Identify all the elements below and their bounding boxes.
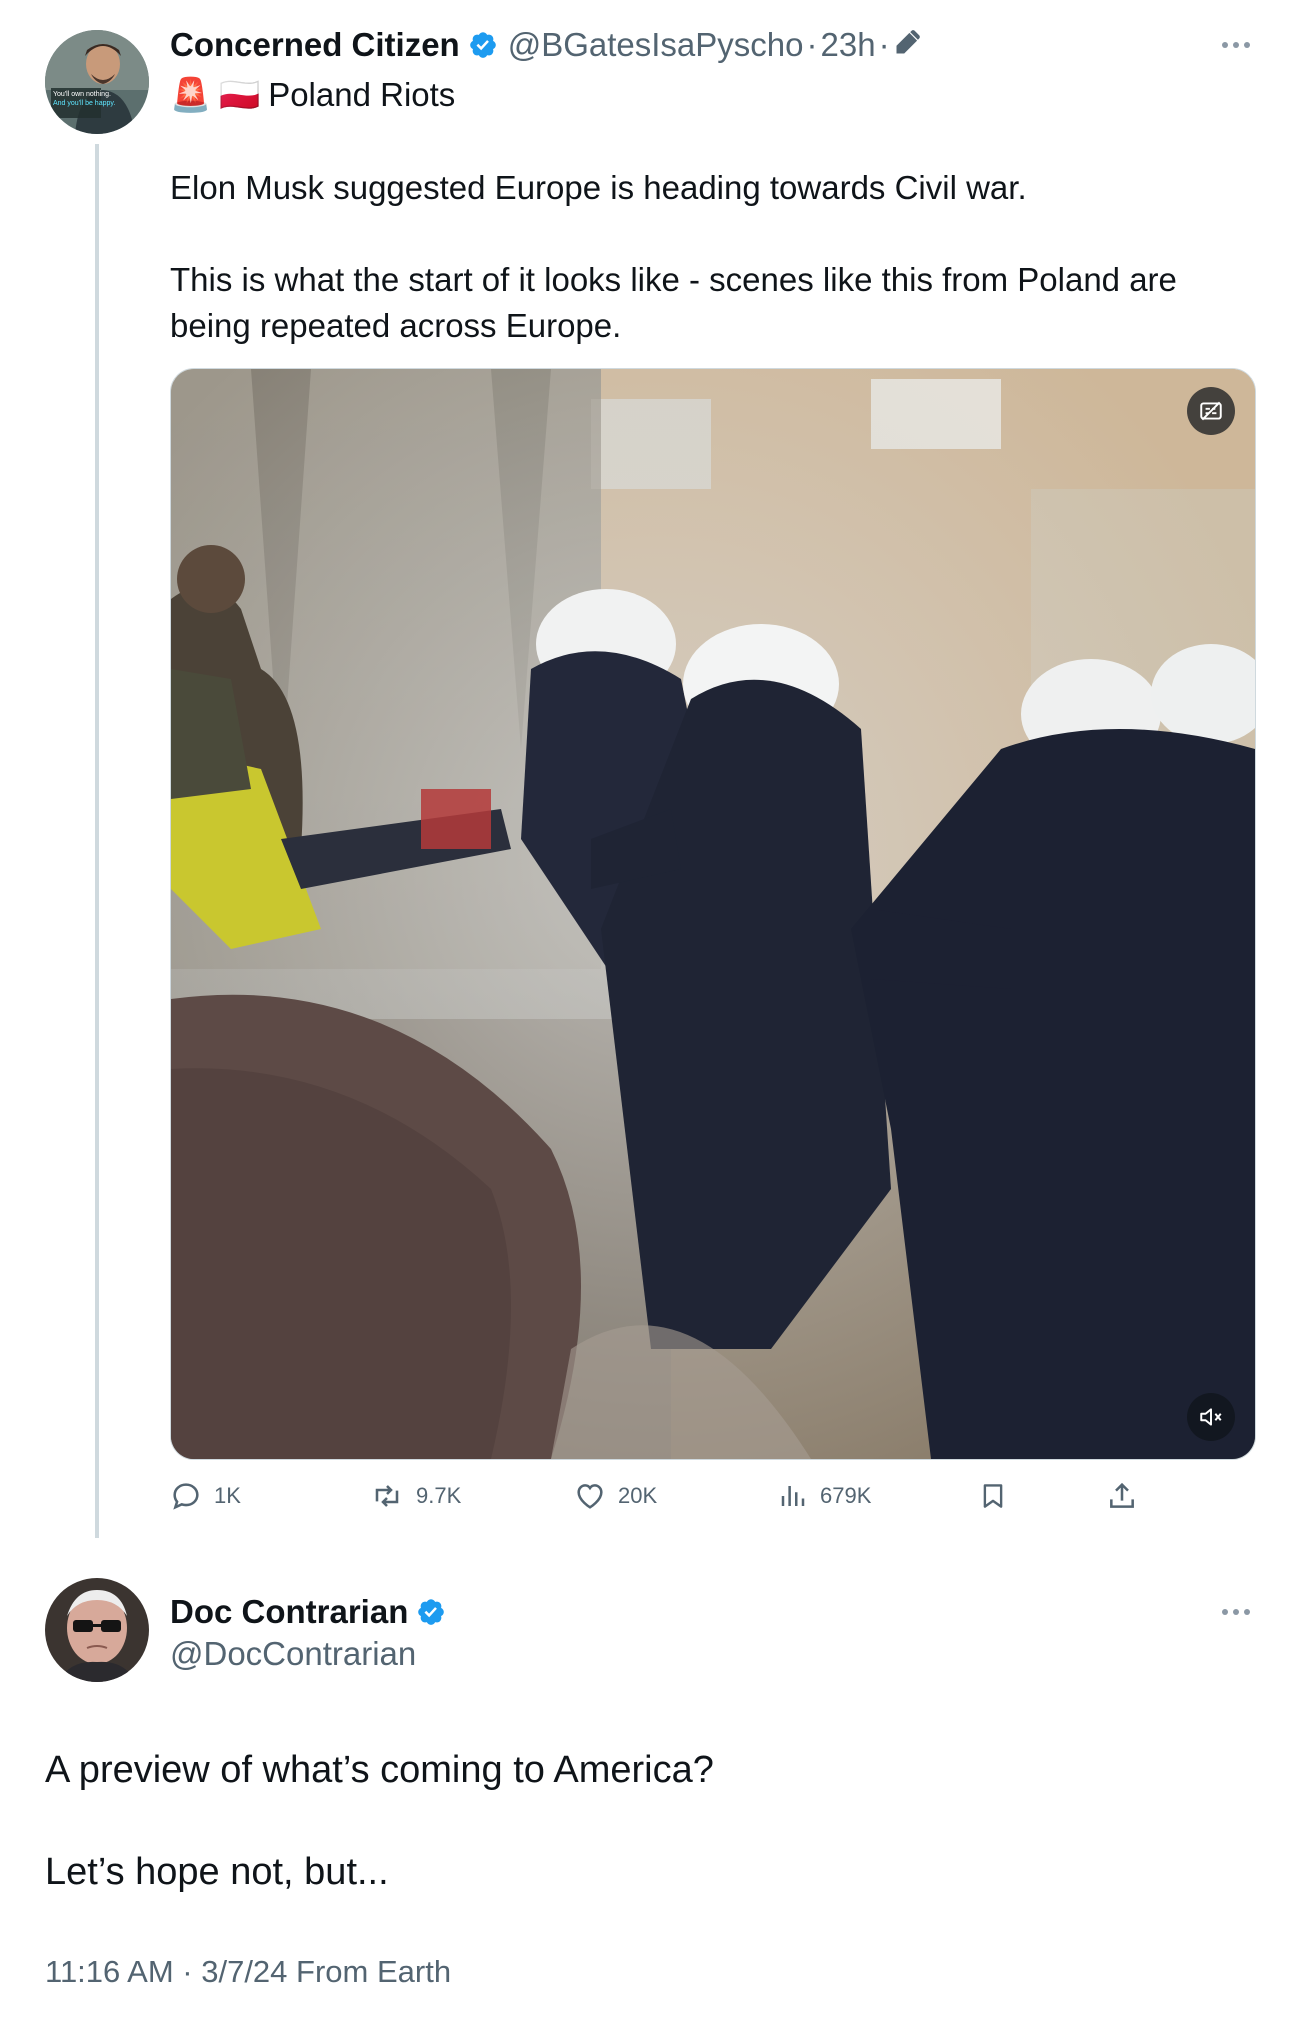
parent-title: Poland Riots bbox=[268, 76, 456, 113]
main-timestamp[interactable]: 11:16 AM · 3/7/24 From Earth bbox=[45, 1950, 451, 1994]
main-more-icon[interactable] bbox=[1222, 1609, 1250, 1615]
views-icon bbox=[778, 1480, 808, 1512]
views-button[interactable]: 679K bbox=[778, 1480, 871, 1512]
main-avatar-image bbox=[45, 1578, 149, 1682]
video-player[interactable] bbox=[170, 368, 1256, 1460]
views-count: 679K bbox=[820, 1483, 872, 1508]
main-header: Doc Contrarian bbox=[170, 1590, 446, 1634]
share-icon bbox=[1106, 1480, 1138, 1512]
repost-icon bbox=[370, 1480, 404, 1512]
parent-header: Concerned Citizen @BGatesIsaPyscho · 23h… bbox=[170, 22, 921, 68]
parent-title-line: 🚨 🇵🇱 Poland Riots bbox=[170, 72, 455, 118]
parent-avatar[interactable]: You'll own nothing. And you'll be happy. bbox=[45, 30, 149, 134]
reply-count: 1K bbox=[214, 1483, 241, 1508]
reply-icon bbox=[170, 1480, 202, 1512]
parent-body-line-1: Elon Musk suggested Europe is heading to… bbox=[170, 169, 1027, 206]
video-frame bbox=[171, 369, 1255, 1459]
main-body-line-2: Let’s hope not, but... bbox=[45, 1851, 389, 1893]
avatar-caption-1: You'll own nothing. bbox=[53, 91, 111, 98]
repost-button[interactable]: 9.7K bbox=[370, 1480, 461, 1512]
bookmark-icon bbox=[978, 1480, 1008, 1512]
parent-more-icon[interactable] bbox=[1222, 42, 1250, 48]
like-count: 20K bbox=[618, 1483, 658, 1508]
gif-caption-icon[interactable] bbox=[1187, 387, 1235, 435]
avatar-caption-2: And you'll be happy. bbox=[53, 100, 116, 107]
verified-badge-icon bbox=[468, 30, 498, 60]
repost-count: 9.7K bbox=[416, 1483, 462, 1508]
siren-emoji: 🚨 bbox=[170, 75, 212, 113]
main-avatar[interactable] bbox=[45, 1578, 149, 1682]
separator: · bbox=[878, 26, 890, 63]
mute-icon[interactable] bbox=[1187, 1393, 1235, 1441]
main-handle[interactable]: @DocContrarian bbox=[170, 1632, 416, 1676]
parent-time[interactable]: 23h bbox=[821, 26, 876, 64]
separator: · bbox=[806, 26, 818, 63]
parent-handle[interactable]: @BGatesIsaPyscho bbox=[508, 26, 804, 64]
like-button[interactable]: 20K bbox=[574, 1480, 657, 1512]
poland-flag-emoji: 🇵🇱 bbox=[219, 75, 261, 113]
reply-button[interactable]: 1K bbox=[170, 1480, 241, 1512]
parent-display-name[interactable]: Concerned Citizen bbox=[170, 26, 460, 64]
parent-body-line-2: This is what the start of it looks like … bbox=[170, 261, 1177, 344]
edit-pencil-icon[interactable] bbox=[893, 29, 921, 62]
share-button[interactable] bbox=[1106, 1480, 1138, 1512]
main-display-name[interactable]: Doc Contrarian bbox=[170, 1593, 408, 1631]
bookmark-button[interactable] bbox=[978, 1480, 1008, 1512]
thread-line bbox=[95, 144, 99, 1538]
main-body-line-1: A preview of what’s coming to America? bbox=[45, 1749, 714, 1791]
verified-badge-icon bbox=[416, 1597, 446, 1627]
parent-avatar-image bbox=[45, 30, 149, 134]
like-icon bbox=[574, 1480, 606, 1512]
